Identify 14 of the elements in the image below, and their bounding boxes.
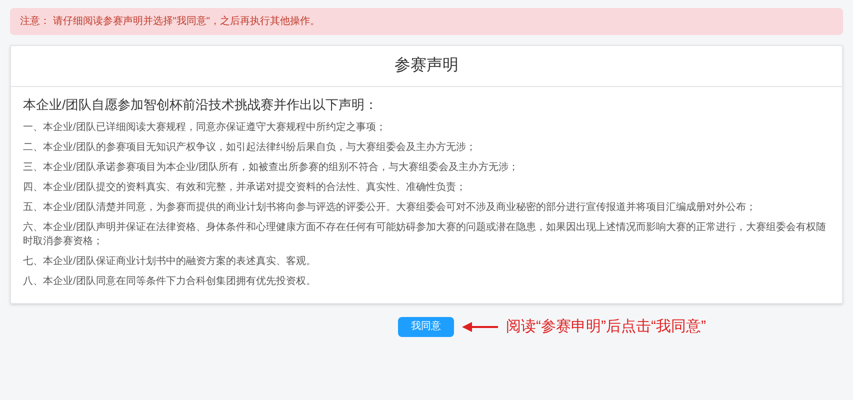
card-title: 参赛声明: [11, 46, 842, 87]
declaration-item: 八、本企业/团队同意在同等条件下力合科创集团拥有优先投资权。: [23, 274, 317, 288]
declaration-item: 一、本企业/团队已详细阅读大赛规程，同意亦保证遵守大赛规程中所约定之事项；: [23, 120, 387, 134]
agree-button[interactable]: 我同意: [398, 316, 454, 337]
declaration-heading: 本企业/团队自愿参加智创杯前沿技术挑战赛并作出以下声明：: [23, 96, 379, 114]
declaration-item: 六、本企业/团队声明并保证在法律资格、身体条件和心理健康方面不存在任何有可能妨碍参加大赛的问题或潜在隐患，如果因出现上述情况而影响大赛的正常进行，大赛组委会有权随时取消参赛资格；: [23, 220, 827, 248]
declaration-item: 七、本企业/团队保证商业计划书中的融资方案的表述真实、客观。: [23, 254, 317, 268]
arrow-icon: [462, 322, 498, 332]
instruction-text: 阅读“参赛申明”后点击“我同意”: [506, 316, 706, 336]
declaration-item: 五、本企业/团队清楚并同意，为参赛而提供的商业计划书将向参与评选的评委公开。大赛组委会可对不涉及商业秘密的部分进行宣传报道并将项目汇编成册对外公布；: [23, 200, 757, 214]
declaration-item: 四、本企业/团队提交的资料真实、有效和完整，并承诺对提交资料的合法性、真实性、准确性负责；: [23, 180, 467, 194]
declaration-item: 二、本企业/团队的参赛项目无知识产权争议，如引起法律纠纷后果自负，与大赛组委会及主办方无涉；: [23, 140, 477, 154]
declaration-item: 三、本企业/团队承诺参赛项目为本企业/团队所有，如被查出所参赛的组别不符合，与大赛组委会及主办方无涉；: [23, 160, 520, 174]
notice-banner: 注意： 请仔细阅读参赛声明并选择"我同意"，之后再执行其他操作。: [10, 8, 843, 35]
